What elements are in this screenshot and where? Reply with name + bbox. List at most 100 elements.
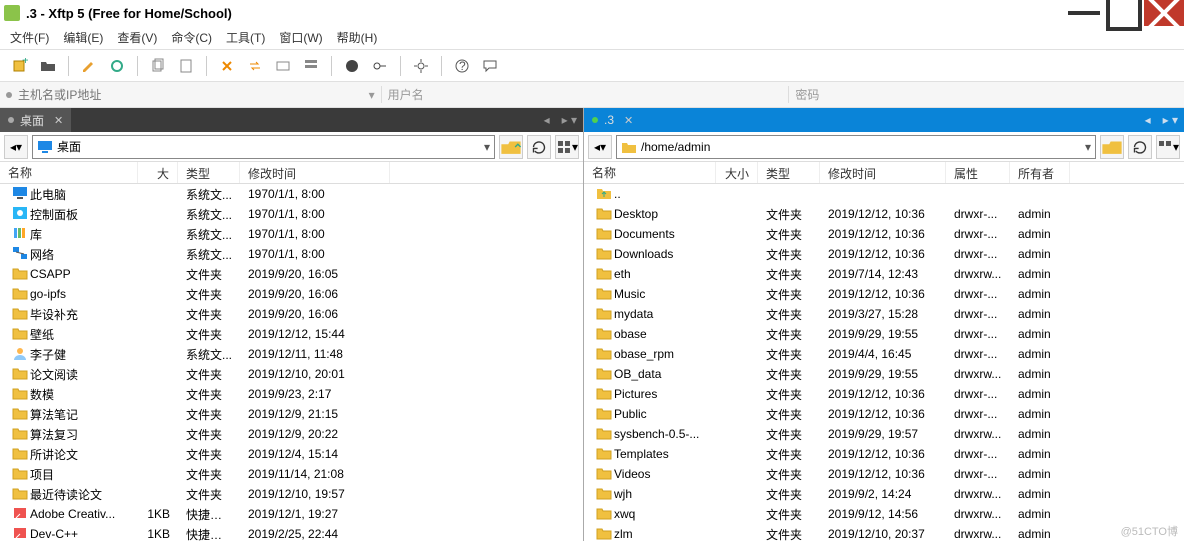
local-tab[interactable]: 桌面 ✕ [0, 108, 71, 132]
password-input[interactable] [839, 82, 1184, 107]
tab-close-icon[interactable]: ✕ [54, 114, 63, 127]
menu-view[interactable]: 查看(V) [117, 29, 157, 46]
remote-tab[interactable]: .3 ✕ [584, 108, 641, 132]
view-mode-button[interactable]: ▾ [1156, 135, 1180, 159]
list-item[interactable]: Videos文件夹2019/12/12, 10:36drwxr-...admin [584, 464, 1184, 484]
list-item[interactable]: 最近待读论文文件夹2019/12/10, 19:57 [0, 484, 583, 504]
col-type[interactable]: 类型 [758, 162, 820, 183]
dropdown-icon[interactable]: ▾ [1085, 140, 1091, 154]
back-button[interactable]: ◂▾ [588, 135, 612, 159]
remote-path-combo[interactable]: /home/admin ▾ [616, 135, 1096, 159]
list-item[interactable]: eth文件夹2019/7/14, 12:43drwxrw...admin [584, 264, 1184, 284]
list-item[interactable]: 毕设补充文件夹2019/9/20, 16:06 [0, 304, 583, 324]
list-item[interactable]: sysbench-0.5-...文件夹2019/9/29, 19:57drwxr… [584, 424, 1184, 444]
list-item[interactable]: 李子健系统文...2019/12/11, 11:48 [0, 344, 583, 364]
list-item[interactable]: wjh文件夹2019/9/2, 14:24drwxrw...admin [584, 484, 1184, 504]
list-item[interactable]: obase_rpm文件夹2019/4/4, 16:45drwxr-...admi… [584, 344, 1184, 364]
help-button[interactable]: ? [450, 54, 474, 78]
list-item[interactable]: go-ipfs文件夹2019/9/20, 16:06 [0, 284, 583, 304]
col-name[interactable]: 名称 [584, 162, 716, 183]
menu-tools[interactable]: 工具(T) [226, 29, 265, 46]
dropdown-icon[interactable]: ▾ [484, 140, 490, 154]
col-owner[interactable]: 所有者 [1010, 162, 1070, 183]
tab-close-icon[interactable]: ✕ [624, 114, 633, 127]
menu-file[interactable]: 文件(F) [10, 29, 49, 46]
list-item[interactable]: 控制面板系统文...1970/1/1, 8:00 [0, 204, 583, 224]
maximize-button[interactable] [1104, 0, 1144, 26]
menu-edit[interactable]: 编辑(E) [63, 29, 103, 46]
tab-prev-button[interactable]: ◂ [1139, 108, 1157, 132]
list-item[interactable]: Documents文件夹2019/12/12, 10:36drwxr-...ad… [584, 224, 1184, 244]
transfer-button[interactable] [271, 54, 295, 78]
open-session-button[interactable] [36, 54, 60, 78]
list-item[interactable]: CSAPP文件夹2019/9/20, 16:05 [0, 264, 583, 284]
list-item[interactable]: Adobe Creativ...1KB快捷方式2019/12/1, 19:27 [0, 504, 583, 524]
username-input[interactable] [444, 82, 789, 107]
globe-icon[interactable] [340, 54, 364, 78]
col-date[interactable]: 修改时间 [820, 162, 946, 183]
list-item[interactable]: mydata文件夹2019/3/27, 15:28drwxr-...admin [584, 304, 1184, 324]
back-button[interactable]: ◂▾ [4, 135, 28, 159]
list-item[interactable]: Templates文件夹2019/12/12, 10:36drwxr-...ad… [584, 444, 1184, 464]
list-item[interactable]: Public文件夹2019/12/12, 10:36drwxr-...admin [584, 404, 1184, 424]
menu-help[interactable]: 帮助(H) [337, 29, 378, 46]
list-item[interactable]: 项目文件夹2019/11/14, 21:08 [0, 464, 583, 484]
local-file-list[interactable]: 此电脑系统文...1970/1/1, 8:00控制面板系统文...1970/1/… [0, 184, 583, 541]
col-name[interactable]: 名称 [0, 162, 138, 183]
list-item[interactable]: 算法笔记文件夹2019/12/9, 21:15 [0, 404, 583, 424]
tab-next-button[interactable]: ▸ ▾ [1157, 108, 1184, 132]
list-item[interactable]: 壁纸文件夹2019/12/12, 15:44 [0, 324, 583, 344]
settings-button[interactable] [409, 54, 433, 78]
remote-file-list[interactable]: ..Desktop文件夹2019/12/12, 10:36drwxr-...ad… [584, 184, 1184, 541]
key-icon[interactable] [368, 54, 392, 78]
new-session-button[interactable]: + [8, 54, 32, 78]
host-input[interactable] [18, 82, 363, 107]
list-item[interactable]: obase文件夹2019/9/29, 19:55drwxr-...admin [584, 324, 1184, 344]
list-item[interactable]: 数模文件夹2019/9/23, 2:17 [0, 384, 583, 404]
col-attr[interactable]: 属性 [946, 162, 1010, 183]
minimize-button[interactable] [1064, 0, 1104, 26]
tab-prev-button[interactable]: ◂ [538, 108, 556, 132]
refresh-local-button[interactable] [527, 135, 551, 159]
edit-button[interactable] [77, 54, 101, 78]
up-button[interactable] [499, 135, 523, 159]
list-item[interactable]: 此电脑系统文...1970/1/1, 8:00 [0, 184, 583, 204]
list-item[interactable]: 算法复习文件夹2019/12/9, 20:22 [0, 424, 583, 444]
list-item[interactable]: xwq文件夹2019/9/12, 14:56drwxrw...admin [584, 504, 1184, 524]
list-item[interactable]: Pictures文件夹2019/12/12, 10:36drwxr-...adm… [584, 384, 1184, 404]
queue-button[interactable] [299, 54, 323, 78]
col-size[interactable]: 大小 [138, 162, 178, 183]
list-item[interactable]: 所讲论文文件夹2019/12/4, 15:14 [0, 444, 583, 464]
close-button[interactable] [1144, 0, 1184, 26]
local-path-combo[interactable]: 桌面 ▾ [32, 135, 495, 159]
refresh-remote-button[interactable] [1128, 135, 1152, 159]
list-item[interactable]: zlm文件夹2019/12/10, 20:37drwxrw...admin [584, 524, 1184, 541]
file-type: 快捷方式 [178, 526, 240, 541]
col-type[interactable]: 类型 [178, 162, 240, 183]
folder-icon [621, 140, 637, 154]
list-item[interactable]: 论文阅读文件夹2019/12/10, 20:01 [0, 364, 583, 384]
list-item[interactable]: 网络系统文...1970/1/1, 8:00 [0, 244, 583, 264]
list-item[interactable]: Dev-C++1KB快捷方式2019/2/25, 22:44 [0, 524, 583, 541]
view-mode-button[interactable]: ▾ [555, 135, 579, 159]
list-item[interactable]: Desktop文件夹2019/12/12, 10:36drwxr-...admi… [584, 204, 1184, 224]
list-item[interactable]: OB_data文件夹2019/9/29, 19:55drwxrw...admin [584, 364, 1184, 384]
file-owner: admin [1010, 207, 1070, 221]
paste-button[interactable] [174, 54, 198, 78]
list-item[interactable]: Music文件夹2019/12/12, 10:36drwxr-...admin [584, 284, 1184, 304]
sync-button[interactable] [243, 54, 267, 78]
menu-command[interactable]: 命令(C) [171, 29, 212, 46]
chat-button[interactable] [478, 54, 502, 78]
col-date[interactable]: 修改时间 [240, 162, 390, 183]
list-item[interactable]: .. [584, 184, 1184, 204]
file-name: obase_rpm [614, 347, 674, 361]
reconnect-button[interactable] [105, 54, 129, 78]
col-size[interactable]: 大小 [716, 162, 758, 183]
copy-button[interactable] [146, 54, 170, 78]
list-item[interactable]: 库系统文...1970/1/1, 8:00 [0, 224, 583, 244]
list-item[interactable]: Downloads文件夹2019/12/12, 10:36drwxr-...ad… [584, 244, 1184, 264]
up-button[interactable] [1100, 135, 1124, 159]
refresh-button[interactable] [215, 54, 239, 78]
menu-window[interactable]: 窗口(W) [279, 29, 322, 46]
tab-next-button[interactable]: ▸ ▾ [556, 108, 583, 132]
